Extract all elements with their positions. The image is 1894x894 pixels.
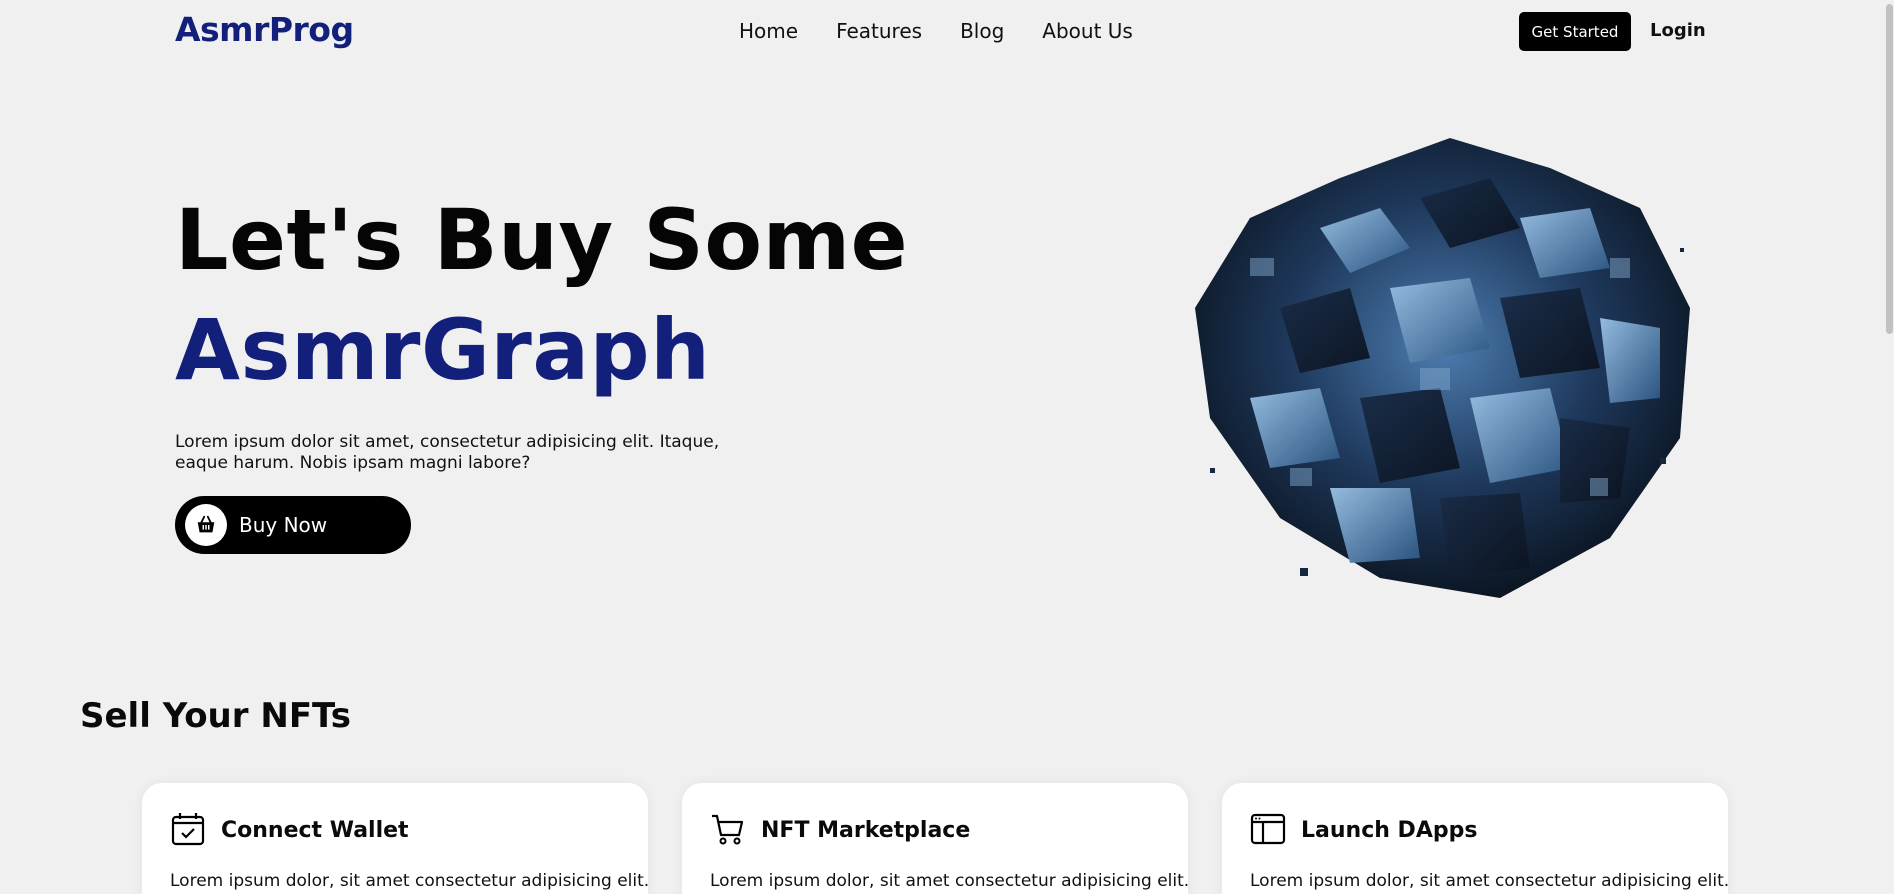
section-title: Sell Your NFTs <box>80 696 351 736</box>
nav-item-features[interactable]: Features <box>836 19 922 43</box>
login-button[interactable]: Login <box>1650 20 1706 41</box>
calendar-check-icon <box>171 813 205 846</box>
top-nav: AsmrProg Home Features Blog About Us Get… <box>0 0 1894 62</box>
hero-title-highlight: AsmrGraph <box>175 301 711 399</box>
hero-title: Let's Buy Some <box>175 191 909 289</box>
nav-item-home[interactable]: Home <box>739 19 798 43</box>
card-text: Lorem ipsum dolor, sit amet consectetur … <box>710 871 1190 891</box>
feature-card-nft-marketplace[interactable]: NFT Marketplace Lorem ipsum dolor, sit a… <box>682 783 1190 894</box>
get-started-button[interactable]: Get Started <box>1519 12 1631 51</box>
buy-now-label: Buy Now <box>239 513 328 537</box>
card-text: Lorem ipsum dolor, sit amet consectetur … <box>170 871 650 891</box>
basket-icon <box>185 504 227 546</box>
card-title: NFT Marketplace <box>761 818 971 843</box>
card-title: Connect Wallet <box>221 818 409 843</box>
nav-item-blog[interactable]: Blog <box>960 19 1004 43</box>
card-title: Launch DApps <box>1301 818 1478 843</box>
buy-now-button[interactable]: Buy Now <box>175 496 411 554</box>
feature-card-connect-wallet[interactable]: Connect Wallet Lorem ipsum dolor, sit am… <box>142 783 650 894</box>
nav-item-about-us[interactable]: About Us <box>1042 19 1133 43</box>
abstract-cube-sphere-image <box>1195 138 1690 598</box>
browser-layout-icon <box>1250 813 1286 845</box>
page: AsmrProg Home Features Blog About Us Get… <box>0 0 1894 894</box>
card-text: Lorem ipsum dolor, sit amet consectetur … <box>1250 871 1730 891</box>
scrollbar-thumb[interactable] <box>1886 4 1893 334</box>
logo[interactable]: AsmrProg <box>175 10 354 49</box>
vertical-scrollbar[interactable] <box>1884 0 1894 894</box>
nav-links: Home Features Blog About Us <box>739 19 1133 43</box>
hero-description: Lorem ipsum dolor sit amet, consectetur … <box>175 432 720 473</box>
feature-card-launch-dapps[interactable]: Launch DApps Lorem ipsum dolor, sit amet… <box>1222 783 1730 894</box>
cart-icon <box>712 814 744 845</box>
